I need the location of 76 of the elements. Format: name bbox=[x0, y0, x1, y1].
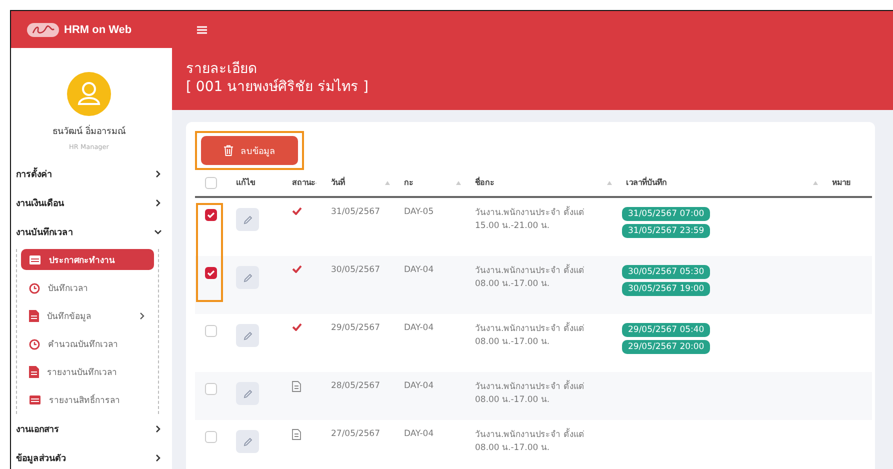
submenu-item[interactable]: บันทึกเวลา bbox=[21, 274, 154, 302]
table-cell: 29/05/2567 bbox=[331, 323, 380, 333]
app-title: HRM on Web bbox=[64, 24, 132, 36]
submenu-item[interactable]: ประกาศกะทำงาน bbox=[21, 249, 154, 270]
row-checkbox[interactable] bbox=[205, 209, 217, 221]
column-header: เวลาที่บันทึก bbox=[626, 176, 667, 189]
menu-group[interactable]: งานเอกสาร bbox=[16, 414, 162, 443]
chevron-down-icon bbox=[154, 228, 162, 236]
pencil-icon bbox=[242, 214, 252, 224]
trash-icon bbox=[224, 145, 232, 156]
table-cell: DAY-05 bbox=[404, 207, 434, 217]
time-badge: 30/05/2567 19:00 bbox=[622, 282, 710, 296]
table-cell: 28/05/2567 bbox=[331, 381, 380, 391]
table-cell: DAY-04 bbox=[404, 381, 434, 391]
menu-group[interactable]: งานเงินเดือน bbox=[16, 188, 162, 217]
sort-icon[interactable] bbox=[385, 180, 390, 184]
time-badge: 29/05/2567 05:40 bbox=[622, 323, 710, 337]
submenu-item[interactable]: บันทึกข้อมูล bbox=[21, 302, 154, 330]
menu-icon[interactable] bbox=[197, 26, 207, 34]
sort-icon[interactable] bbox=[456, 180, 461, 184]
clock-icon bbox=[29, 338, 40, 350]
row-checkbox[interactable] bbox=[205, 267, 217, 279]
employee-title: [ 001 นายพงษ์ศิริชัย ร่มไทร ] bbox=[186, 78, 370, 96]
pencil-icon bbox=[242, 330, 252, 340]
clock-icon bbox=[29, 282, 40, 294]
table-cell: DAY-04 bbox=[404, 429, 434, 439]
submenu-item[interactable]: คำนวณบันทึกเวลา bbox=[21, 330, 154, 358]
column-header: สถานะ bbox=[292, 177, 315, 189]
column-header: หมาย bbox=[832, 177, 851, 189]
submenu-item[interactable]: รายงานบันทึกเวลา bbox=[21, 358, 154, 386]
menu-group[interactable]: งานบันทึกเวลา bbox=[16, 217, 162, 246]
document-icon bbox=[29, 310, 39, 322]
column-header: ชื่อกะ bbox=[475, 176, 494, 189]
column-header: กะ bbox=[404, 177, 413, 189]
sort-icon[interactable] bbox=[813, 180, 818, 184]
pencil-icon bbox=[242, 272, 252, 282]
time-badge: 31/05/2567 07:00 bbox=[622, 207, 710, 221]
table-cell-text: วันงาน.พนักงานประจำ ตั้งแต่ 15.00 น.-21.00 น. bbox=[475, 207, 586, 233]
table-cell: DAY-04 bbox=[404, 265, 434, 275]
edit-button[interactable] bbox=[236, 208, 259, 231]
calendar-icon bbox=[29, 395, 41, 405]
table-cell-text: วันงาน.พนักงานประจำ ตั้งแต่ 08.00 น.-17.00 น. bbox=[475, 323, 586, 349]
table-cell-text: วันงาน.พนักงานประจำ ตั้งแต่ 08.00 น.-17.00 น. bbox=[475, 429, 586, 455]
submenu-item[interactable]: รายงานสิทธิ์การลา bbox=[21, 386, 154, 414]
time-badge: 30/05/2567 05:30 bbox=[622, 265, 710, 279]
table-cell: 31/05/2567 bbox=[331, 207, 380, 217]
edit-button[interactable] bbox=[236, 430, 259, 453]
table-cell: 30/05/2567 bbox=[331, 265, 380, 275]
user-name: ธนวัฒน์ อิ่มอารมณ์ bbox=[52, 124, 126, 138]
page-title: รายละเอียด bbox=[186, 60, 258, 78]
table-cell: 27/05/2567 bbox=[331, 429, 380, 439]
document-icon bbox=[29, 366, 39, 378]
logo-icon bbox=[27, 22, 59, 36]
time-badge: 29/05/2567 20:00 bbox=[622, 340, 710, 354]
edit-button[interactable] bbox=[236, 324, 259, 347]
table-cell-text: วันงาน.พนักงานประจำ ตั้งแต่ 08.00 น.-17.00 น. bbox=[475, 265, 586, 291]
edit-button[interactable] bbox=[236, 382, 259, 405]
calendar-icon bbox=[29, 254, 41, 264]
sort-icon[interactable] bbox=[607, 180, 612, 184]
pencil-icon bbox=[242, 436, 252, 446]
select-all-checkbox[interactable] bbox=[205, 176, 217, 188]
pencil-icon bbox=[242, 388, 252, 398]
menu-group[interactable]: การตั้งค่า bbox=[16, 159, 162, 188]
chevron-right-icon bbox=[154, 424, 162, 432]
chevron-right-icon bbox=[154, 170, 162, 178]
chevron-right-icon bbox=[154, 198, 162, 206]
time-badge: 31/05/2567 23:59 bbox=[622, 224, 710, 238]
chevron-right-icon bbox=[154, 454, 162, 462]
table-cell-text: วันงาน.พนักงานประจำ ตั้งแต่ 08.00 น.-17.00 น. bbox=[475, 381, 586, 407]
edit-button[interactable] bbox=[236, 266, 259, 289]
column-header: แก้ไข bbox=[236, 176, 255, 189]
column-header: วันที่ bbox=[331, 176, 345, 189]
table-cell: DAY-04 bbox=[404, 323, 434, 333]
delete-button[interactable]: ลบข้อมูล bbox=[201, 136, 298, 165]
avatar-icon bbox=[67, 72, 111, 116]
menu-group[interactable]: ข้อมูลส่วนตัว bbox=[16, 443, 162, 469]
